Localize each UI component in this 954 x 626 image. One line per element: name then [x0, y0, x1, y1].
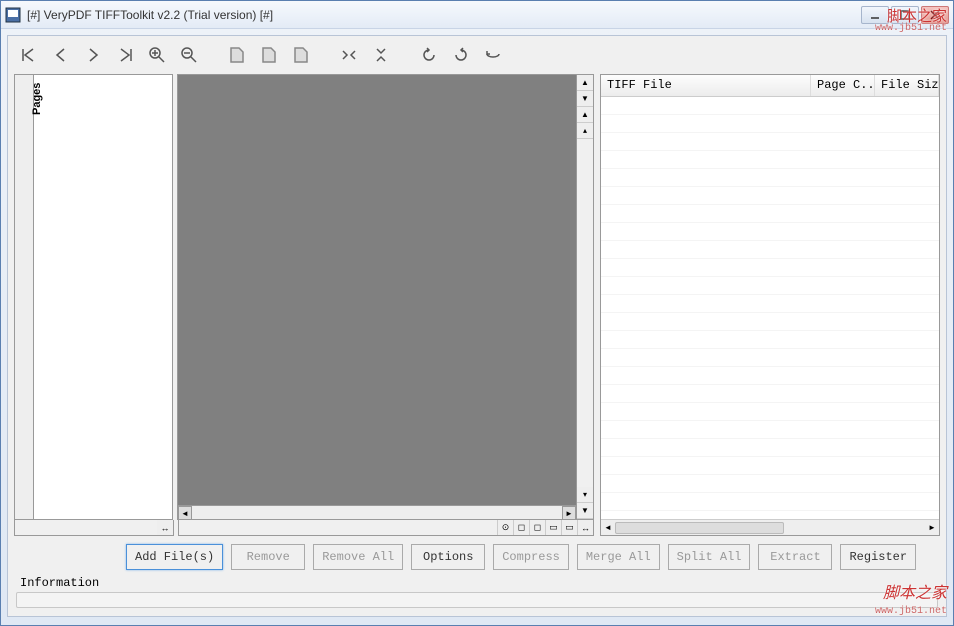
prev-page-icon[interactable]	[50, 44, 72, 66]
file-list-header: TIFF File Page C... File Siz	[601, 75, 939, 97]
canvas-vstrip: ▲ ▼ ▲ ▴ ▾ ▼	[577, 75, 593, 519]
scroll-left-icon[interactable]: ◄	[178, 506, 192, 520]
mini-page1-icon[interactable]: ◻	[513, 520, 529, 535]
scroll-page-up-icon[interactable]: ▴	[577, 123, 593, 139]
list-row	[601, 475, 939, 493]
scroll-right-icon[interactable]: ►	[562, 506, 576, 520]
list-row	[601, 421, 939, 439]
mini-splitter-icon[interactable]: ↔	[577, 520, 593, 535]
next-page-icon[interactable]	[82, 44, 104, 66]
client-area: Pages ◄ ► ▲ ▼	[7, 35, 947, 617]
window-controls	[861, 6, 949, 24]
list-row	[601, 385, 939, 403]
remove-button[interactable]: Remove	[231, 544, 305, 570]
list-row	[601, 403, 939, 421]
maximize-button[interactable]	[891, 6, 919, 24]
progress-bar	[16, 592, 938, 608]
minimize-button[interactable]	[861, 6, 889, 24]
bottom-strip: ↔ ⊙ ◻ ◻ ▭ ▭ ↔	[14, 520, 594, 536]
compress-button[interactable]: Compress	[493, 544, 569, 570]
mini-fit-icon[interactable]: ▭	[545, 520, 561, 535]
canvas-hscrollbar[interactable]: ◄ ►	[178, 505, 576, 519]
list-row	[601, 493, 939, 511]
list-row	[601, 241, 939, 259]
file-list-hscrollbar[interactable]: ◄ ►	[601, 519, 939, 535]
list-row	[601, 331, 939, 349]
list-row	[601, 457, 939, 475]
scrollbar-thumb[interactable]	[615, 522, 784, 534]
app-window: [#] VeryPDF TIFFToolkit v2.2 (Trial vers…	[0, 0, 954, 626]
list-row	[601, 169, 939, 187]
scroll-up-icon[interactable]: ▲	[577, 75, 593, 91]
mini-page2-icon[interactable]: ◻	[529, 520, 545, 535]
preview-row: Pages ◄ ► ▲ ▼	[14, 74, 594, 520]
list-row	[601, 277, 939, 295]
status-label: Information	[16, 574, 938, 592]
titlebar[interactable]: [#] VeryPDF TIFFToolkit v2.2 (Trial vers…	[1, 1, 953, 29]
zoom-in-icon[interactable]	[146, 44, 168, 66]
page-blank-icon[interactable]	[226, 44, 248, 66]
extract-button[interactable]: Extract	[758, 544, 832, 570]
preview-canvas[interactable]: ◄ ►	[178, 75, 577, 519]
list-row	[601, 223, 939, 241]
rotate-180-icon[interactable]	[482, 44, 504, 66]
scroll-left-icon[interactable]: ◄	[601, 521, 615, 535]
split-all-button[interactable]: Split All	[668, 544, 751, 570]
list-row	[601, 313, 939, 331]
rotate-left-icon[interactable]	[418, 44, 440, 66]
file-list-panel: TIFF File Page C... File Siz	[600, 74, 940, 536]
close-button[interactable]	[921, 6, 949, 24]
left-column: Pages ◄ ► ▲ ▼	[14, 74, 594, 536]
last-page-icon[interactable]	[114, 44, 136, 66]
zoom-out-icon[interactable]	[178, 44, 200, 66]
options-button[interactable]: Options	[411, 544, 485, 570]
first-page-icon[interactable]	[18, 44, 40, 66]
list-row	[601, 205, 939, 223]
col-file-size[interactable]: File Siz	[875, 75, 939, 96]
status-area: Information	[14, 574, 940, 610]
list-row	[601, 259, 939, 277]
main-content: Pages ◄ ► ▲ ▼	[14, 74, 940, 536]
pages-thumbnail-panel[interactable]	[33, 74, 173, 520]
pages-tab-label: Pages	[31, 83, 43, 115]
canvas-wrap: ◄ ► ▲ ▼ ▲ ▴ ▾ ▼	[177, 74, 594, 520]
list-row	[601, 295, 939, 313]
merge-all-button[interactable]: Merge All	[577, 544, 660, 570]
mini-zoom-icon[interactable]: ⊙	[497, 520, 513, 535]
list-row	[601, 349, 939, 367]
list-row	[601, 187, 939, 205]
pages-mini-bar: ↔	[14, 520, 174, 536]
register-button[interactable]: Register	[840, 544, 916, 570]
flip-h-icon[interactable]	[338, 44, 360, 66]
list-row	[601, 439, 939, 457]
scroll-bottom-icon[interactable]: ▼	[577, 503, 593, 519]
canvas-mini-toolbar: ⊙ ◻ ◻ ▭ ▭ ↔	[178, 520, 594, 536]
add-files-button[interactable]: Add File(s)	[126, 544, 223, 570]
file-list-body[interactable]	[601, 97, 939, 519]
pages-tab[interactable]: Pages	[14, 74, 34, 520]
scroll-track[interactable]	[192, 506, 562, 519]
flip-v-icon[interactable]	[370, 44, 392, 66]
list-row	[601, 115, 939, 133]
window-title: [#] VeryPDF TIFFToolkit v2.2 (Trial vers…	[27, 8, 861, 22]
page-blank2-icon[interactable]	[258, 44, 280, 66]
splitter-icon[interactable]: ↔	[157, 520, 173, 535]
rotate-right-icon[interactable]	[450, 44, 472, 66]
col-tiff-file[interactable]: TIFF File	[601, 75, 811, 96]
list-row	[601, 133, 939, 151]
scroll-right-icon[interactable]: ►	[925, 521, 939, 535]
scroll-top-icon[interactable]: ▲	[577, 107, 593, 123]
button-bar: Add File(s) Remove Remove All Options Co…	[14, 536, 940, 574]
list-row	[601, 367, 939, 385]
remove-all-button[interactable]: Remove All	[313, 544, 403, 570]
toolbar	[14, 42, 940, 74]
list-row	[601, 97, 939, 115]
mini-width-icon[interactable]: ▭	[561, 520, 577, 535]
page-blank3-icon[interactable]	[290, 44, 312, 66]
col-page-count[interactable]: Page C...	[811, 75, 875, 96]
app-icon	[5, 7, 21, 23]
scroll-down-icon[interactable]: ▼	[577, 91, 593, 107]
list-row	[601, 151, 939, 169]
scroll-page-down-icon[interactable]: ▾	[577, 487, 593, 503]
